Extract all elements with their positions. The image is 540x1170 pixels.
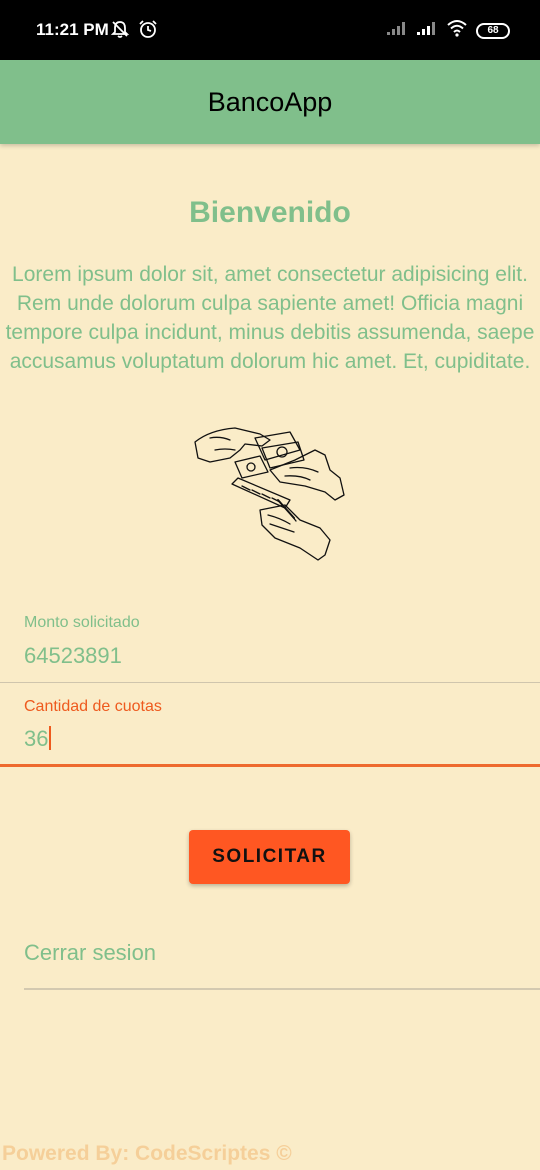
amount-input[interactable]: 64523891 — [24, 643, 122, 669]
installments-underline — [0, 764, 540, 767]
mute-notifications-icon — [110, 19, 130, 44]
status-bar: 11:21 PM 68 — [0, 0, 540, 60]
welcome-heading: Bienvenido — [189, 196, 351, 229]
text-cursor — [49, 726, 52, 750]
amount-underline — [0, 682, 540, 683]
solicitar-button[interactable]: SOLICITAR — [189, 830, 350, 884]
status-right-icons: 68 — [386, 19, 510, 42]
footer-credit: Powered By: CodeScriptes © — [2, 1142, 292, 1165]
battery-icon: 68 — [476, 22, 510, 39]
installments-value: 36 — [24, 726, 49, 751]
status-time: 11:21 PM — [36, 20, 109, 39]
status-left-icons — [110, 19, 158, 44]
welcome-description: Lorem ipsum dolor sit, amet consectetur … — [5, 263, 535, 373]
logout-underline — [24, 988, 540, 990]
hands-exchanging-money-illustration — [190, 420, 350, 570]
installments-label: Cantidad de cuotas — [24, 698, 162, 715]
signal-icon — [386, 20, 408, 41]
app-bar: BancoApp — [0, 60, 540, 144]
alarm-icon — [138, 19, 158, 44]
amount-label: Monto solicitado — [24, 614, 140, 631]
signal-icon — [416, 20, 438, 41]
wifi-icon — [446, 19, 468, 42]
installments-input[interactable]: 36 — [24, 726, 52, 752]
app-title: BancoApp — [207, 87, 333, 117]
logout-link[interactable]: Cerrar sesion — [24, 940, 156, 966]
